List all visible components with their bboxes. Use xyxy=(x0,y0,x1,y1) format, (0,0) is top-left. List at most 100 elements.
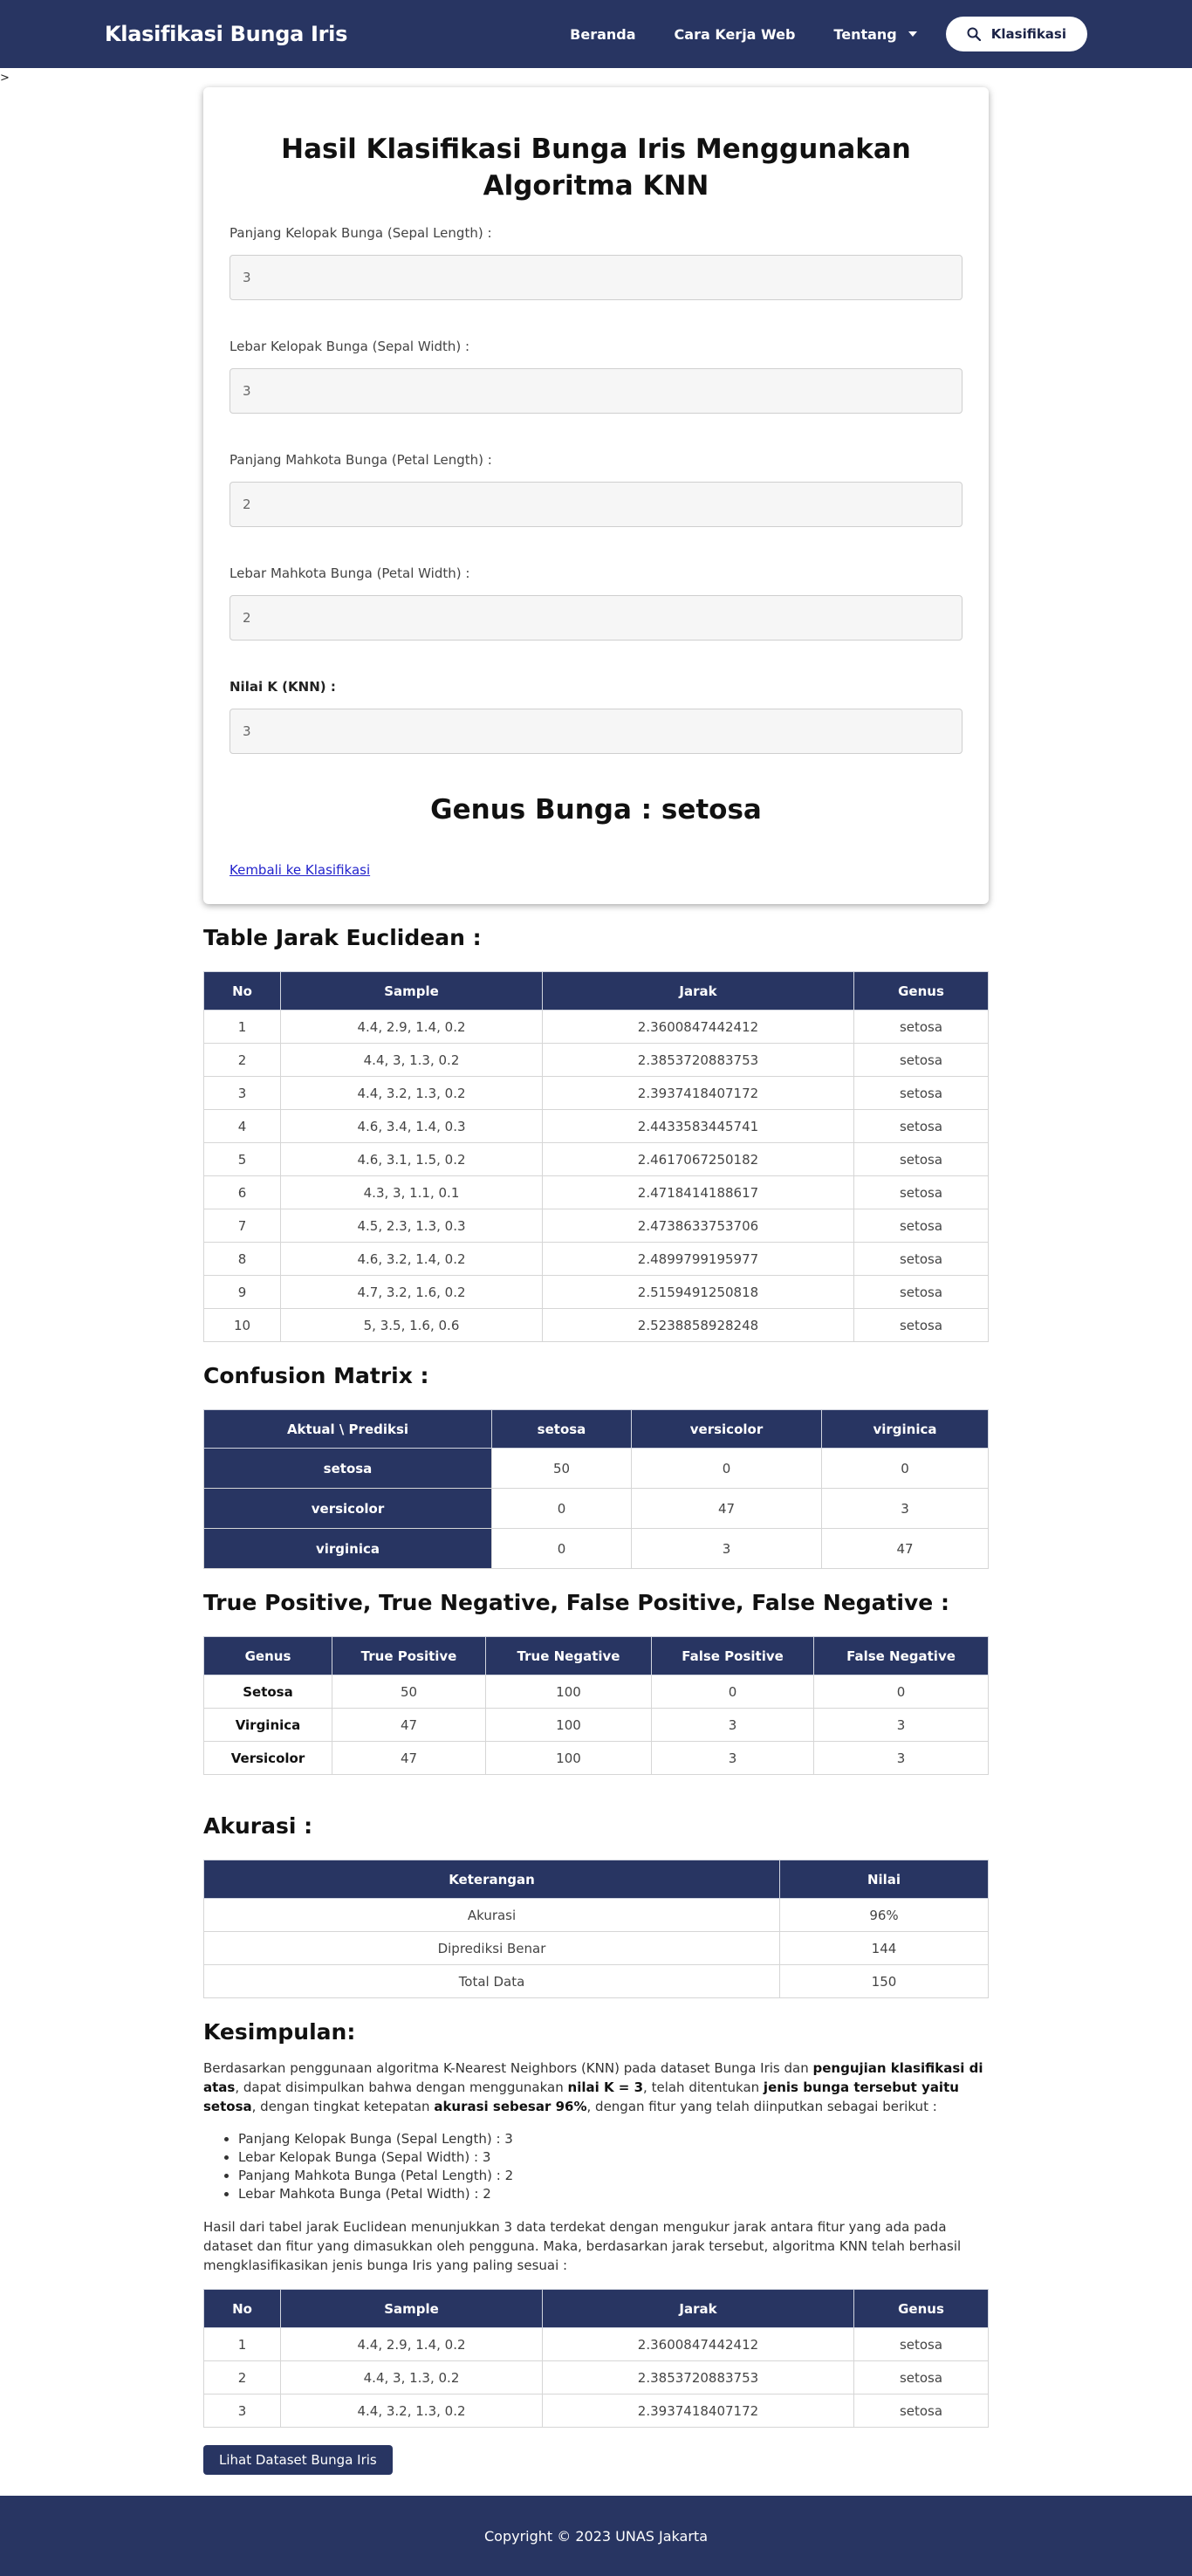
nav-link-cara-kerja[interactable]: Cara Kerja Web xyxy=(675,26,796,43)
brand-title[interactable]: Klasifikasi Bunga Iris xyxy=(105,22,347,46)
euclid-title: Table Jarak Euclidean : xyxy=(203,925,482,950)
col-header: No xyxy=(203,971,281,1011)
petal-length-input[interactable] xyxy=(229,482,963,527)
table-cell: Setosa xyxy=(203,1675,332,1709)
table-row: Virginica 47 100 3 3 xyxy=(203,1708,989,1742)
table-row: 1 4.4, 2.9, 1.4, 0.2 2.3600847442412 setosa xyxy=(203,2327,989,2361)
table-cell: 47 xyxy=(332,1708,486,1742)
table-cell: 2.4718414188617 xyxy=(542,1175,854,1209)
petal-width-input[interactable] xyxy=(229,595,963,641)
table-cell: 1 xyxy=(203,1010,281,1044)
col-header: True Negative xyxy=(485,1636,652,1675)
table-cell: 3 xyxy=(813,1741,989,1775)
genus-result: Genus Bunga : setosa xyxy=(430,794,762,826)
tptn-title: True Positive, True Negative, False Posi… xyxy=(203,1590,949,1615)
sepal-width-input[interactable] xyxy=(229,368,963,414)
feature-list: Panjang Kelopak Bunga (Sepal Length) : 3… xyxy=(238,2130,989,2203)
table-cell: Versicolor xyxy=(203,1741,332,1775)
table-cell: 4 xyxy=(203,1109,281,1143)
table-cell: 100 xyxy=(485,1708,652,1742)
table-cell: 50 xyxy=(332,1675,486,1709)
table-cell: 10 xyxy=(203,1308,281,1342)
table-cell: 0 xyxy=(651,1675,814,1709)
list-item: Lebar Mahkota Bunga (Petal Width) : 2 xyxy=(238,2185,989,2203)
table-cell: 4.5, 2.3, 1.3, 0.3 xyxy=(280,1209,543,1243)
table-cell: virginica xyxy=(203,1528,492,1569)
accuracy-title: Akurasi : xyxy=(203,1813,313,1839)
main-container: Hasil Klasifikasi Bunga Iris Menggunakan… xyxy=(203,87,989,2475)
table-cell: Total Data xyxy=(203,1964,780,1998)
col-header: Jarak xyxy=(542,971,854,1011)
table-row: 1 4.4, 2.9, 1.4, 0.2 2.3600847442412 setosa xyxy=(203,1010,989,1044)
footer: Copyright © 2023 UNAS Jakarta xyxy=(0,2496,1192,2576)
emphasis-text: akurasi sebesar 96% xyxy=(434,2099,587,2114)
sepal-length-input[interactable] xyxy=(229,255,963,300)
nav-link-beranda[interactable]: Beranda xyxy=(570,26,635,43)
table-cell: setosa xyxy=(853,1242,989,1276)
table-cell: 1 xyxy=(203,2327,281,2361)
table-row: 8 4.6, 3.2, 1.4, 0.2 2.4899799195977 setosa xyxy=(203,1242,989,1276)
table-row: versicolor 0 47 3 xyxy=(203,1488,989,1529)
col-header: False Positive xyxy=(651,1636,814,1675)
field-label: Lebar Mahkota Bunga (Petal Width) : xyxy=(229,565,470,581)
col-header: virginica xyxy=(821,1409,989,1449)
table-cell: 100 xyxy=(485,1741,652,1775)
klasifikasi-search-button[interactable]: Klasifikasi xyxy=(945,17,1087,51)
table-cell: versicolor xyxy=(203,1488,492,1529)
table-cell: 150 xyxy=(779,1964,989,1998)
col-header: Sample xyxy=(280,971,543,1011)
table-cell: setosa xyxy=(853,1043,989,1077)
col-header: versicolor xyxy=(631,1409,822,1449)
field-label: Lebar Kelopak Bunga (Sepal Width) : xyxy=(229,339,470,354)
table-row: Akurasi 96% xyxy=(203,1898,989,1932)
table-cell: 2.3600847442412 xyxy=(542,1010,854,1044)
col-header: Aktual \ Prediksi xyxy=(203,1409,492,1449)
table-cell: 3 xyxy=(631,1528,822,1569)
field-sepal-length: Panjang Kelopak Bunga (Sepal Length) : xyxy=(229,225,963,333)
nav-dropdown-tentang[interactable]: Tentang xyxy=(833,26,917,43)
table-row: 6 4.3, 3, 1.1, 0.1 2.4718414188617 setosa xyxy=(203,1175,989,1209)
table-cell: 8 xyxy=(203,1242,281,1276)
view-dataset-button[interactable]: Lihat Dataset Bunga Iris xyxy=(203,2445,393,2475)
table-cell: 47 xyxy=(821,1528,989,1569)
table-row: Versicolor 47 100 3 3 xyxy=(203,1741,989,1775)
back-to-classification-link[interactable]: Kembali ke Klasifikasi xyxy=(229,862,370,878)
table-row: 7 4.5, 2.3, 1.3, 0.3 2.4738633753706 setosa xyxy=(203,1209,989,1243)
field-label: Panjang Mahkota Bunga (Petal Length) : xyxy=(229,452,492,468)
table-cell: 4.4, 3, 1.3, 0.2 xyxy=(280,2360,543,2394)
field-label: Panjang Kelopak Bunga (Sepal Length) : xyxy=(229,225,492,241)
table-cell: 2 xyxy=(203,2360,281,2394)
list-item: Panjang Kelopak Bunga (Sepal Length) : 3 xyxy=(238,2130,989,2148)
table-cell: 4.3, 3, 1.1, 0.1 xyxy=(280,1175,543,1209)
col-header: Jarak xyxy=(542,2289,854,2328)
conclusion-title: Kesimpulan: xyxy=(203,2019,356,2045)
body-text: , dengan fitur yang telah diinputkan seb… xyxy=(586,2099,937,2114)
table-cell: setosa xyxy=(853,2327,989,2361)
table-cell: 2 xyxy=(203,1043,281,1077)
col-header: Keterangan xyxy=(203,1860,780,1899)
table-cell: 4.6, 3.4, 1.4, 0.3 xyxy=(280,1109,543,1143)
table-cell: setosa xyxy=(853,1209,989,1243)
table-cell: 3 xyxy=(821,1488,989,1529)
klasifikasi-button-label: Klasifikasi xyxy=(990,26,1066,42)
table-row: Total Data 150 xyxy=(203,1964,989,1998)
table-cell: 3 xyxy=(203,2394,281,2428)
body-text: , telah ditentukan xyxy=(643,2079,764,2095)
col-header: Genus xyxy=(853,971,989,1011)
conclusion-paragraph-2: Hasil dari tabel jarak Euclidean menunju… xyxy=(203,2219,962,2273)
table-cell: 2.3853720883753 xyxy=(542,1043,854,1077)
k-value-input[interactable] xyxy=(229,709,963,754)
result-form-card: Hasil Klasifikasi Bunga Iris Menggunakan… xyxy=(203,87,989,904)
conclusion-paragraph: Berdasarkan penggunaan algoritma K-Neare… xyxy=(203,2059,989,2116)
nav-links: Beranda Cara Kerja Web Tentang Klasifika… xyxy=(531,17,1087,51)
table-row: 3 4.4, 3.2, 1.3, 0.2 2.3937418407172 setosa xyxy=(203,1076,989,1110)
table-cell: Akurasi xyxy=(203,1898,780,1932)
table-cell: setosa xyxy=(853,1109,989,1143)
table-cell: 0 xyxy=(491,1528,632,1569)
table-cell: 2.4433583445741 xyxy=(542,1109,854,1143)
euclid-table: No Sample Jarak Genus 1 4.4, 2.9, 1.4, 0.… xyxy=(203,971,989,1342)
field-label: Nilai K (KNN) : xyxy=(229,679,336,695)
table-cell: 47 xyxy=(332,1741,486,1775)
table-cell: setosa xyxy=(853,1010,989,1044)
table-cell: 2.5238858928248 xyxy=(542,1308,854,1342)
